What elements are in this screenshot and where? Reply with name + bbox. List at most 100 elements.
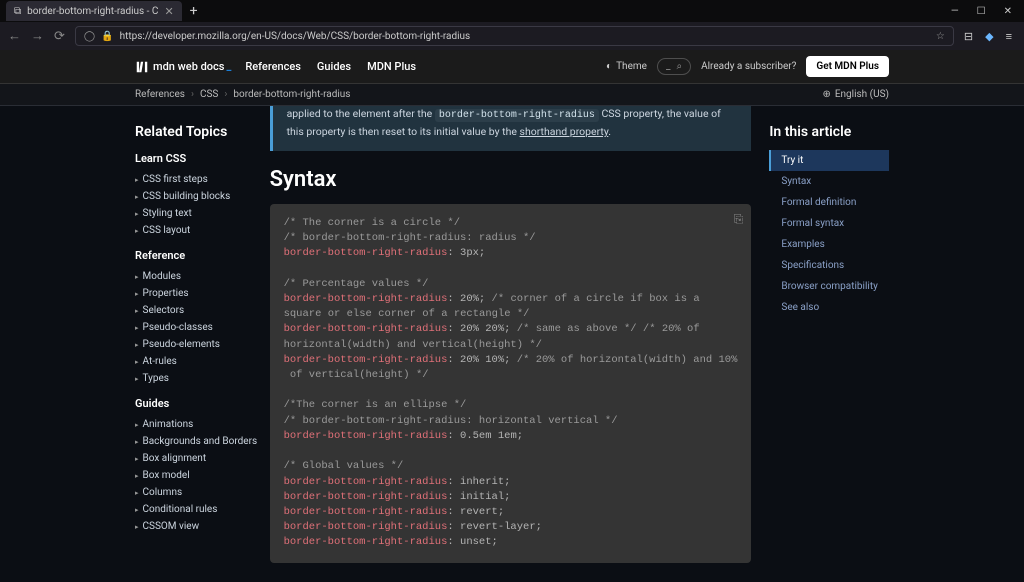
note-block: applied to the element after the border-… xyxy=(270,106,752,151)
sidebar-item-label: At-rules xyxy=(143,356,177,367)
section-heading-syntax: Syntax xyxy=(270,167,752,192)
search-input[interactable]: _ ⌕ xyxy=(657,58,691,75)
inline-code: border-bottom-right-radius xyxy=(435,109,599,122)
sidebar-item-label: Box alignment xyxy=(143,453,207,464)
tab-title: border-bottom-right-radius - C xyxy=(27,6,158,17)
url-text: https://developer.mozilla.org/en-US/docs… xyxy=(120,31,471,42)
sidebar-item[interactable]: ▸Pseudo-elements xyxy=(135,336,270,353)
account-icon[interactable]: ◆ xyxy=(985,30,993,43)
chevron-right-icon: ▸ xyxy=(135,193,139,201)
extension-icon[interactable]: ⊟ xyxy=(964,30,973,43)
forward-button[interactable]: → xyxy=(31,28,44,44)
chevron-right-icon: › xyxy=(185,89,200,100)
browser-tab[interactable]: ⧉ border-bottom-right-radius - C ✕ xyxy=(6,1,182,21)
chevron-right-icon: ▸ xyxy=(135,307,139,315)
note-text: applied to the element after the xyxy=(287,107,435,120)
sidebar-item[interactable]: ▸ Box model xyxy=(135,467,270,484)
tab-favicon: ⧉ xyxy=(14,6,21,17)
back-button[interactable]: ← xyxy=(8,28,21,44)
url-bar: ← → ⟳ ◯ 🔒 https://developer.mozilla.org/… xyxy=(0,22,1024,50)
toc-title: In this article xyxy=(769,124,889,140)
globe-icon: ⊕ xyxy=(822,89,830,100)
theme-toggle[interactable]: ◐ Theme xyxy=(606,61,647,72)
chevron-right-icon: ▸ xyxy=(135,506,139,514)
chevron-right-icon: ▸ xyxy=(135,176,139,184)
mdn-logo-text: mdn web docs xyxy=(153,60,224,73)
sidebar-item-label: Conditional rules xyxy=(143,504,218,515)
chevron-right-icon: › xyxy=(218,89,233,100)
shorthand-property-link[interactable]: shorthand property xyxy=(520,125,609,138)
new-tab-button[interactable]: + xyxy=(182,3,206,19)
sidebar-group-title: Learn CSS xyxy=(135,152,270,165)
chevron-right-icon: ▸ xyxy=(135,523,139,531)
sidebar-item[interactable]: ▸ Conditional rules xyxy=(135,501,270,518)
toc-item[interactable]: Browser compatibility xyxy=(769,276,889,297)
sidebar-item[interactable]: ▸ Animations xyxy=(135,416,270,433)
sidebar-item[interactable]: ▸CSS building blocks xyxy=(135,188,270,205)
nav-plus[interactable]: MDN Plus xyxy=(367,60,416,73)
sidebar-item-label: Animations xyxy=(143,419,194,430)
chevron-right-icon: ▸ xyxy=(135,472,139,480)
copy-button[interactable]: ⎘ xyxy=(734,212,744,229)
chevron-right-icon: ▸ xyxy=(135,421,139,429)
sidebar-item[interactable]: ▸ Box alignment xyxy=(135,450,270,467)
url-input[interactable]: ◯ 🔒 https://developer.mozilla.org/en-US/… xyxy=(75,26,954,46)
theme-label: Theme xyxy=(616,61,647,72)
toc-item[interactable]: Try it xyxy=(769,150,889,171)
code-block: ⎘ /* The corner is a circle *//* border-… xyxy=(270,204,752,563)
toc-item[interactable]: Examples xyxy=(769,234,889,255)
minimize-button[interactable]: — xyxy=(951,6,959,17)
breadcrumb-css[interactable]: CSS xyxy=(200,89,218,100)
bookmark-icon[interactable]: ☆ xyxy=(936,31,945,42)
sidebar-item-label: CSS layout xyxy=(143,225,191,236)
toc-item[interactable]: Formal syntax xyxy=(769,213,889,234)
sidebar-item[interactable]: ▸Columns xyxy=(135,484,270,501)
sidebar-item-label: Types xyxy=(143,373,169,384)
sidebar-item-label: Backgrounds and Borders xyxy=(143,436,258,447)
sidebar-group-title: Reference xyxy=(135,249,270,262)
chevron-right-icon: ▸ xyxy=(135,290,139,298)
sidebar-title: Related Topics xyxy=(135,124,270,140)
sidebar-right: In this article Try itSyntaxFormal defin… xyxy=(769,106,889,582)
chevron-right-icon: ▸ xyxy=(135,489,139,497)
toc-item[interactable]: Syntax xyxy=(769,171,889,192)
sidebar-item-label: Box model xyxy=(143,470,190,481)
close-window-button[interactable]: ✕ xyxy=(1004,6,1012,17)
locale-switcher[interactable]: ⊕ English (US) xyxy=(822,89,889,100)
sidebar-item-label: CSS first steps xyxy=(143,174,208,185)
sidebar-item[interactable]: ▸Modules xyxy=(135,268,270,285)
sidebar-item[interactable]: ▸At-rules xyxy=(135,353,270,370)
menu-icon[interactable]: ≡ xyxy=(1006,30,1012,43)
window-controls: — ☐ ✕ xyxy=(951,6,1018,17)
mdn-logo[interactable]: mdn web docs _ xyxy=(135,60,231,74)
maximize-button[interactable]: ☐ xyxy=(977,6,986,17)
subscriber-link[interactable]: Already a subscriber? xyxy=(701,61,796,72)
chevron-right-icon: ▸ xyxy=(135,455,139,463)
toc-item[interactable]: Formal definition xyxy=(769,192,889,213)
chevron-right-icon: ▸ xyxy=(135,438,139,446)
lock-icon: 🔒 xyxy=(101,31,113,42)
sidebar-item[interactable]: ▸Types xyxy=(135,370,270,387)
sidebar-item[interactable]: ▸Styling text xyxy=(135,205,270,222)
search-placeholder: _ xyxy=(666,61,671,72)
sidebar-item[interactable]: ▸Pseudo-classes xyxy=(135,319,270,336)
close-icon[interactable]: ✕ xyxy=(164,5,173,18)
sidebar-left: Related Topics Learn CSS ▸ CSS first steps… xyxy=(135,106,270,582)
mdn-logo-icon xyxy=(135,60,149,74)
nav-guides[interactable]: Guides xyxy=(317,60,351,73)
reload-button[interactable]: ⟳ xyxy=(54,29,65,44)
sidebar-item[interactable]: ▸ CSS first steps xyxy=(135,171,270,188)
breadcrumb-references[interactable]: References xyxy=(135,89,185,100)
get-plus-button[interactable]: Get MDN Plus xyxy=(806,56,889,77)
nav-references[interactable]: References xyxy=(245,60,301,73)
sidebar-item[interactable]: ▸ Backgrounds and Borders xyxy=(135,433,270,450)
sidebar-item[interactable]: ▸CSSOM view xyxy=(135,518,270,535)
sidebar-item[interactable]: ▸Selectors xyxy=(135,302,270,319)
sidebar-item[interactable]: ▸Properties xyxy=(135,285,270,302)
toc-item[interactable]: See also xyxy=(769,297,889,318)
toc-item[interactable]: Specifications xyxy=(769,255,889,276)
sidebar-item[interactable]: ▸CSS layout xyxy=(135,222,270,239)
mdn-nav: References Guides MDN Plus xyxy=(245,60,416,73)
sidebar-item-label: Modules xyxy=(143,271,181,282)
mdn-header: mdn web docs _ References Guides MDN Plu… xyxy=(0,50,1024,84)
